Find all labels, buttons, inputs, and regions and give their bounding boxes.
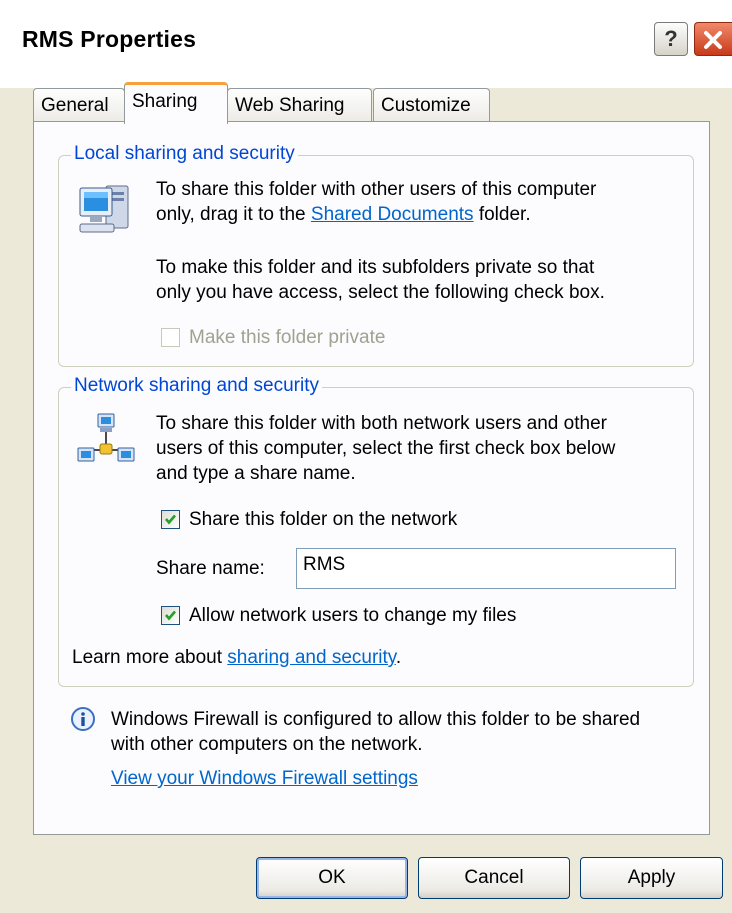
cancel-button[interactable]: Cancel [418,857,570,899]
learn-more-text: Learn more about sharing and security. [72,645,401,670]
properties-dialog: RMS Properties ? General Sharing Web Sha… [0,0,732,913]
info-icon [71,707,95,731]
local-desc-line-1: To share this folder with other users of… [156,179,597,200]
ok-button[interactable]: OK [256,857,408,899]
share-folder-checkbox[interactable] [161,510,180,529]
network-sharing-legend: Network sharing and security [71,375,322,397]
network-desc-line-3: and type a share name. [156,463,356,484]
checkmark-icon [165,610,176,621]
allow-change-checkbox[interactable] [161,606,180,625]
firewall-line-2: with other computers on the network. [111,734,423,755]
network-desc-line-1: To share this folder with both network u… [156,413,607,434]
firewall-settings-link[interactable]: View your Windows Firewall settings [111,766,418,791]
help-button[interactable]: ? [654,22,688,56]
make-private-label: Make this folder private [189,327,386,348]
learn-more-prefix: Learn more about [72,647,228,668]
tab-web-sharing[interactable]: Web Sharing [227,88,372,122]
tab-sharing[interactable]: Sharing [124,82,228,124]
local-sharing-legend: Local sharing and security [71,143,298,165]
apply-button[interactable]: Apply [580,857,723,899]
computer-icon [79,185,129,233]
share-name-label: Share name: [156,558,265,579]
tab-customize[interactable]: Customize [373,88,490,122]
close-button[interactable] [694,22,732,56]
firewall-line-1: Windows Firewall is configured to allow … [111,709,641,730]
share-folder-label: Share this folder on the network [189,509,458,530]
shared-documents-link[interactable]: Shared Documents [311,204,474,225]
title-bar[interactable]: RMS Properties ? [0,0,732,88]
local-desc-line-2-end: folder. [473,204,531,225]
learn-more-suffix: . [395,647,402,668]
tab-general[interactable]: General [33,88,125,122]
allow-change-label: Allow network users to change my files [189,605,517,626]
sharing-security-link[interactable]: sharing and security [227,647,396,668]
network-desc-line-2: users of this computer, select the first… [156,438,616,459]
local-desc-line-2: only, drag it to the Shared Documents fo… [156,202,531,227]
share-name-input[interactable]: RMS [296,548,676,589]
window-title: RMS Properties [22,26,197,52]
close-icon [704,31,722,49]
local-desc-line-3: To make this folder and its subfolders p… [156,257,595,278]
make-private-checkbox[interactable] [161,328,180,347]
checkmark-icon [165,514,176,525]
local-desc-line-2-text: only, drag it to the [156,204,311,225]
network-icon [77,413,135,462]
help-icon: ? [664,26,678,51]
local-desc-line-4: only you have access, select the followi… [156,282,605,303]
